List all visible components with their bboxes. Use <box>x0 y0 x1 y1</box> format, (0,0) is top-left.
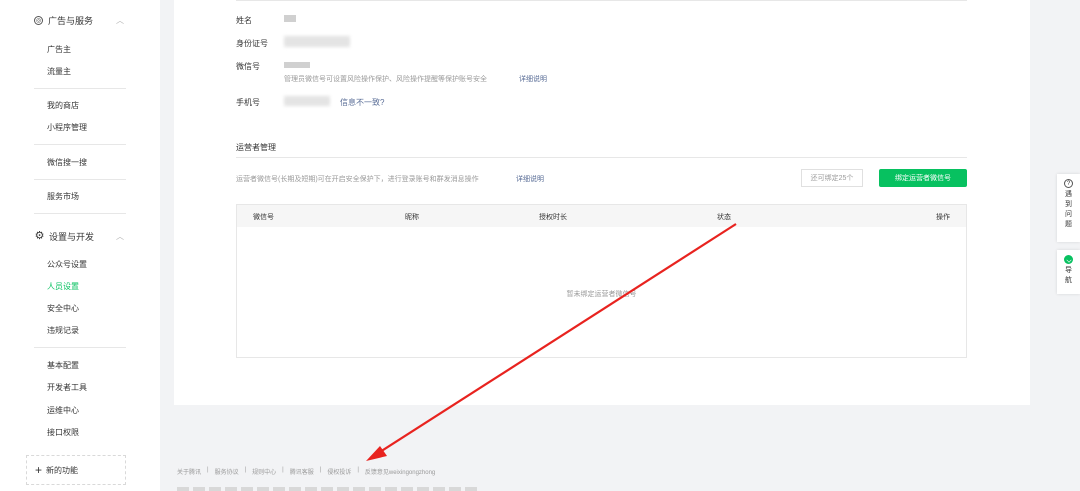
annotation-arrow-line <box>379 223 737 453</box>
annotation-arrow <box>366 223 737 461</box>
